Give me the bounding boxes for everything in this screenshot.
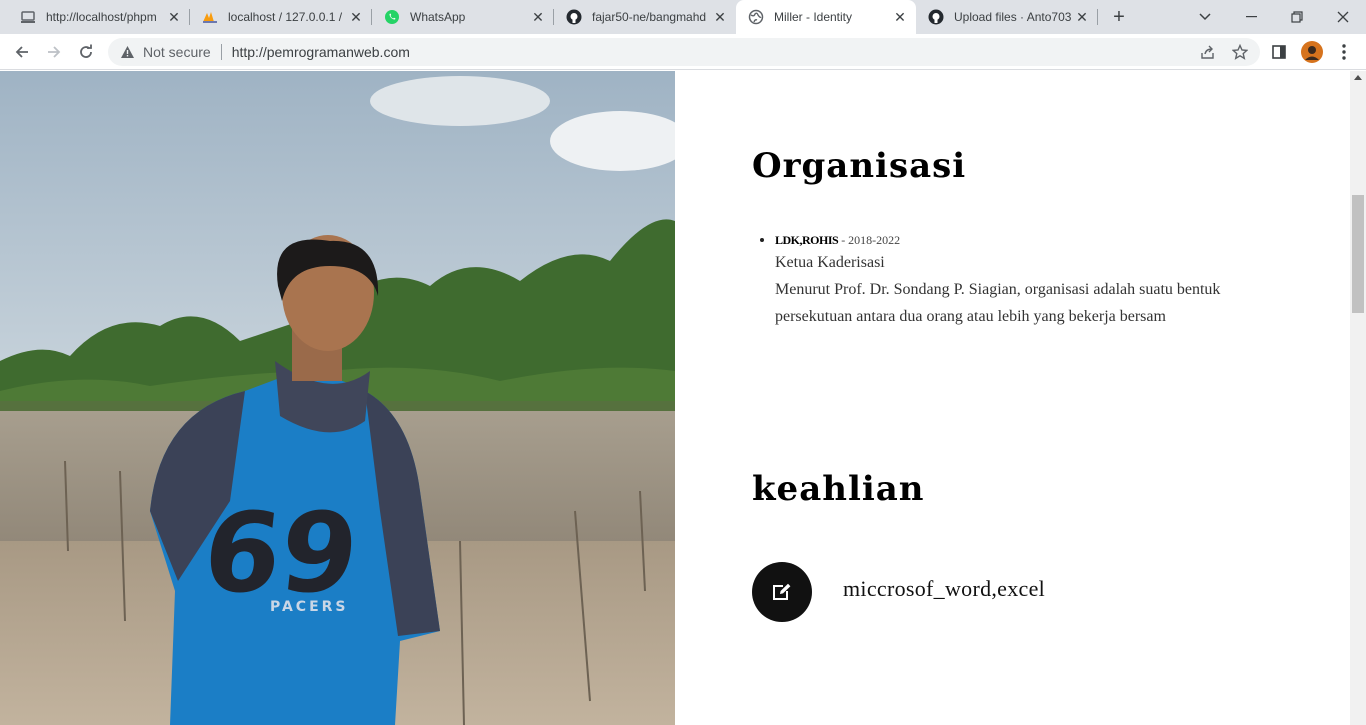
github-icon [928,9,944,25]
close-icon[interactable]: ✕ [530,9,546,25]
tab-title: WhatsApp [410,10,466,24]
organisasi-list: LDK,ROHIS - 2018-2022 Ketua Kaderisasi M… [775,226,1245,330]
warning-icon[interactable] [119,44,135,60]
avatar-icon [1301,41,1323,63]
skill-label: miccrosof_word,excel [843,576,1046,601]
reload-button[interactable] [72,38,100,66]
scroll-up-arrow-icon[interactable] [1354,75,1362,80]
chevron-down-icon [1199,13,1211,21]
github-icon [566,9,582,25]
arrow-right-icon [48,46,61,58]
tab-title: fajar50-ne/bangmahd [592,10,707,24]
security-label[interactable]: Not secure [143,44,211,60]
tab-title: Miller - Identity [774,10,853,24]
scrollbar-thumb[interactable] [1352,195,1364,313]
forward-button[interactable] [40,38,68,66]
tab-title: http://localhost/phpm [46,10,157,24]
tab-localhost-phpm[interactable]: http://localhost/phpm ✕ [8,0,190,34]
content-column: Organisasi LDK,ROHIS - 2018-2022 Ketua K… [675,71,1350,725]
back-button[interactable] [8,38,36,66]
new-tab-button[interactable]: + [1106,5,1132,29]
org-name: LDK,ROHIS [775,233,839,247]
profile-avatar[interactable] [1298,38,1326,66]
close-icon[interactable]: ✕ [892,9,908,25]
whatsapp-icon [384,9,400,25]
edit-icon [752,562,812,622]
more-vert-icon [1342,44,1346,60]
page-scrollbar[interactable] [1350,71,1366,725]
close-window-button[interactable] [1320,0,1366,34]
reload-icon [80,44,92,58]
tab-github-fajar50[interactable]: fajar50-ne/bangmahd ✕ [554,0,736,34]
org-role: Ketua Kaderisasi [775,254,885,271]
browser-toolbar: Not secure http://pemrogramanweb.com [0,34,1366,70]
tab-title: Upload files · Anto703 [954,10,1072,24]
org-years: - 2018-2022 [838,233,901,247]
side-panel-icon [1272,45,1286,59]
restore-icon [1291,11,1303,23]
tab-strip: http://localhost/phpm ✕ localhost / 127.… [0,0,1366,34]
org-description: Menurut Prof. Dr. Sondang P. Siagian, or… [775,281,1221,325]
tab-search-button[interactable] [1182,0,1228,34]
bookmark-button[interactable] [1226,38,1254,66]
web-page: 69 PACERS Organisasi LDK,ROHIS - 2018-20… [0,71,1366,725]
tab-github-upload[interactable]: Upload files · Anto703 ✕ [916,0,1098,34]
keahlian-heading: keahlian [752,469,925,509]
tab-miller-identity[interactable]: Miller - Identity ✕ [736,0,916,34]
share-button[interactable] [1194,38,1222,66]
tab-title: localhost / 127.0.0.1 / [228,10,343,24]
menu-button[interactable] [1330,38,1358,66]
star-icon [1232,44,1248,60]
side-panel-button[interactable] [1265,38,1293,66]
globe-icon [748,9,764,25]
url-text[interactable]: http://pemrogramanweb.com [232,44,410,60]
close-icon[interactable]: ✕ [348,9,364,25]
address-bar[interactable]: Not secure http://pemrogramanweb.com [108,38,1260,66]
organisasi-heading: Organisasi [752,146,967,186]
close-icon[interactable]: ✕ [1074,9,1090,25]
tab-phpmyadmin[interactable]: localhost / 127.0.0.1 / ✕ [190,0,372,34]
phpmyadmin-icon [202,9,218,25]
minimize-button[interactable] [1228,0,1274,34]
close-icon [1337,11,1349,23]
svg-text:PACERS: PACERS [270,599,349,615]
minimize-icon [1245,16,1257,18]
localhost-icon [20,9,36,25]
share-icon [1201,45,1214,59]
profile-photo: 69 PACERS [0,71,675,725]
close-icon[interactable]: ✕ [712,9,728,25]
close-icon[interactable]: ✕ [166,9,182,25]
restore-button[interactable] [1274,0,1320,34]
tab-whatsapp[interactable]: WhatsApp ✕ [372,0,554,34]
list-item: LDK,ROHIS - 2018-2022 Ketua Kaderisasi M… [775,226,1245,330]
arrow-left-icon [15,46,28,58]
